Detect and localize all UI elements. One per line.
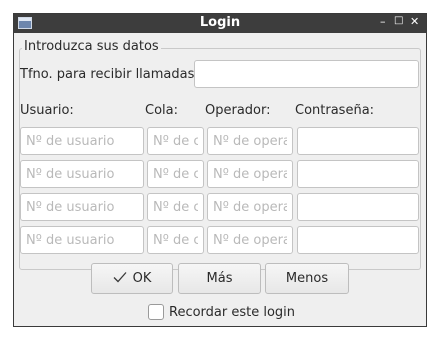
- user-input[interactable]: [20, 226, 144, 254]
- less-button[interactable]: Menos: [265, 263, 349, 294]
- password-input[interactable]: [297, 193, 419, 221]
- user-input[interactable]: [20, 127, 144, 155]
- operator-input[interactable]: [207, 226, 293, 254]
- queue-input[interactable]: [147, 193, 204, 221]
- queue-input[interactable]: [147, 160, 204, 188]
- group-title: Introduzca sus datos: [22, 39, 161, 54]
- checkbox-box[interactable]: [148, 304, 164, 320]
- title-bar[interactable]: Login – □ ✕: [14, 14, 426, 33]
- minimize-icon[interactable]: –: [380, 15, 386, 28]
- maximize-icon[interactable]: □: [394, 15, 403, 26]
- close-icon[interactable]: ✕: [410, 15, 419, 28]
- operator-input[interactable]: [207, 127, 293, 155]
- password-input[interactable]: [297, 127, 419, 155]
- user-input[interactable]: [20, 160, 144, 188]
- password-input[interactable]: [297, 160, 419, 188]
- queue-input[interactable]: [147, 127, 204, 155]
- user-column-label: Usuario:: [20, 103, 74, 118]
- queue-input[interactable]: [147, 226, 204, 254]
- queue-column-label: Cola:: [145, 103, 178, 118]
- phone-label: Tfno. para recibir llamadas:: [20, 67, 199, 82]
- operator-input[interactable]: [207, 160, 293, 188]
- checkmark-icon: [113, 271, 127, 287]
- ok-label: OK: [132, 271, 152, 286]
- password-input[interactable]: [297, 226, 419, 254]
- more-button[interactable]: Más: [178, 263, 261, 294]
- operator-column-label: Operador:: [205, 103, 271, 118]
- window-title: Login: [199, 15, 241, 30]
- login-window: Login – □ ✕ Introduzca sus datos Tfno. p…: [13, 13, 427, 327]
- user-input[interactable]: [20, 193, 144, 221]
- remember-login-label: Recordar este login: [169, 304, 296, 320]
- phone-input[interactable]: [194, 60, 419, 88]
- remember-login-checkbox[interactable]: Recordar este login: [148, 304, 295, 320]
- password-column-label: Contraseña:: [295, 103, 375, 118]
- ok-button[interactable]: OK: [91, 263, 173, 294]
- operator-input[interactable]: [207, 193, 293, 221]
